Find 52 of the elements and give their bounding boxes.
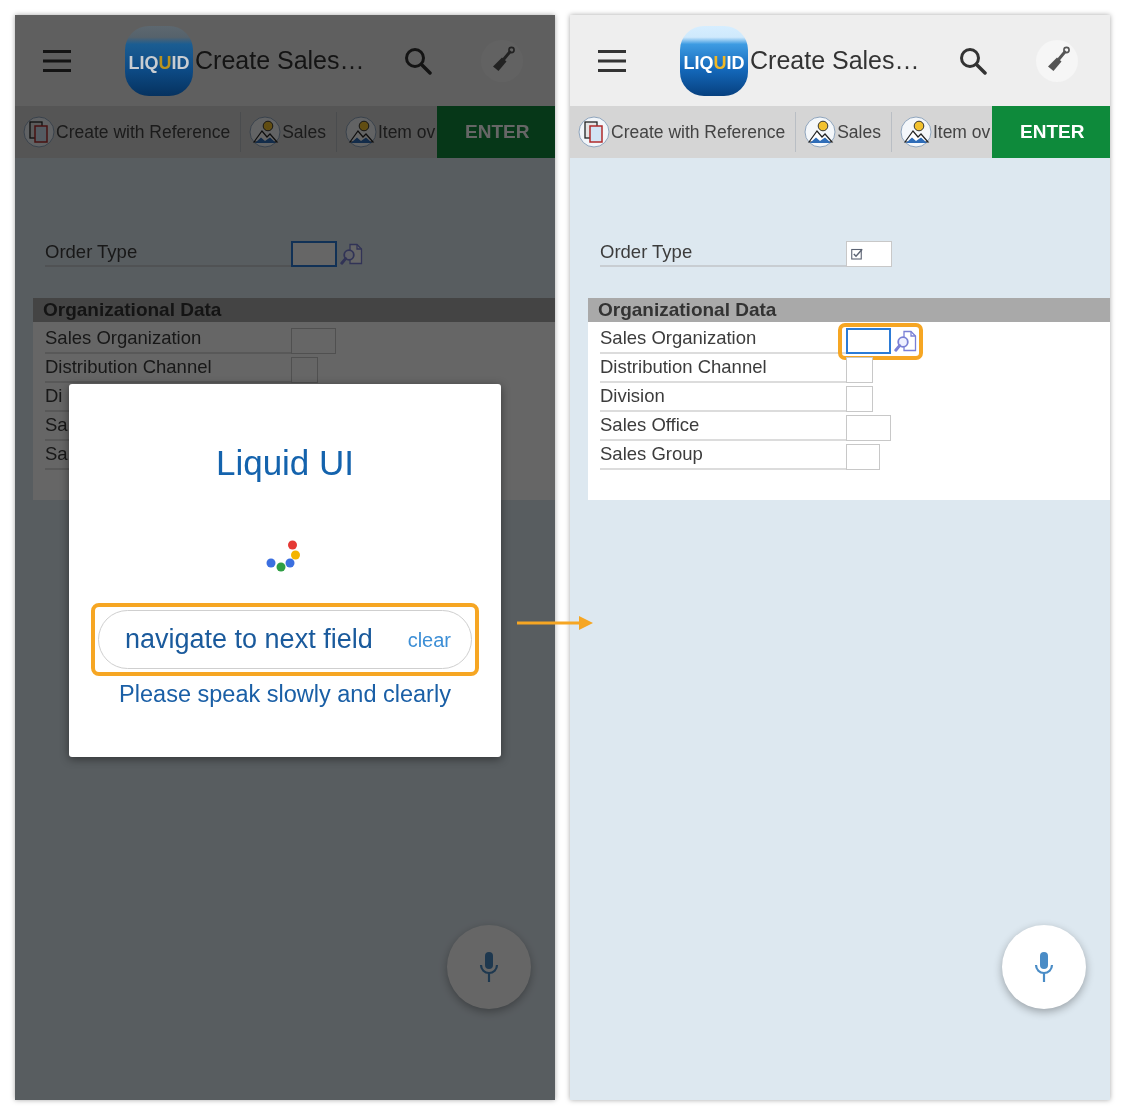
screen-title: Create Sales… — [750, 44, 920, 76]
toolbar-button[interactable]: Item ov — [336, 112, 438, 152]
input-field[interactable] — [291, 241, 337, 267]
field-label: Sales Organization — [45, 329, 202, 348]
field-label: Order Type — [600, 243, 693, 262]
toolbar-button[interactable]: Item ov — [891, 112, 993, 152]
mountain-sun-icon — [249, 116, 282, 148]
input-field[interactable] — [846, 357, 873, 383]
screen-title: Create Sales… — [195, 44, 365, 76]
field-label: Di — [45, 387, 63, 406]
logo-text: LIQUID — [683, 53, 745, 72]
toolbar-button[interactable]: Sales — [241, 112, 337, 152]
clear-button[interactable]: clear — [407, 624, 451, 655]
field-label: Sa — [45, 445, 68, 464]
field-label: Division — [600, 387, 665, 406]
hint-text: Please speak slowly and clearly — [119, 680, 451, 708]
mic-icon — [1033, 951, 1055, 983]
toolbar-button[interactable]: Create with Reference — [570, 112, 797, 152]
field-label: Distribution Channel — [45, 358, 212, 377]
enter-button[interactable]: ENTER — [992, 106, 1110, 158]
input-field[interactable] — [846, 444, 880, 470]
document-search-icon[interactable] — [340, 242, 364, 266]
mountain-sun-icon — [899, 116, 932, 148]
field-label: Sales Office — [600, 416, 700, 435]
toolbar-button[interactable]: Create with Reference — [15, 112, 242, 152]
field-label: Sa — [45, 416, 68, 435]
speech-field[interactable]: navigate to next field clear — [98, 610, 472, 669]
document-search-icon[interactable] — [894, 329, 918, 353]
input-field[interactable] — [291, 357, 318, 383]
mic-icon — [478, 951, 500, 983]
toolbar-button[interactable]: Sales — [796, 112, 892, 152]
pages-icon — [578, 116, 610, 148]
menu-icon[interactable] — [598, 49, 626, 72]
enter-button[interactable]: ENTER — [437, 106, 555, 158]
mountain-sun-icon — [804, 116, 837, 148]
input-field[interactable] — [846, 241, 892, 267]
field-label: Sales Organization — [600, 329, 757, 348]
input-field[interactable] — [846, 328, 891, 354]
mic-button[interactable] — [1002, 925, 1086, 1009]
logo-text: LIQUID — [128, 53, 190, 72]
field-label: Distribution Channel — [600, 358, 767, 377]
dialog-title: Liquid UI — [215, 442, 355, 484]
field-label: Sales Group — [600, 445, 703, 464]
field-label: Order Type — [45, 243, 138, 262]
input-field[interactable] — [846, 386, 873, 412]
pages-icon — [23, 116, 55, 148]
mountain-sun-icon — [344, 116, 377, 148]
brush-icon[interactable] — [1036, 39, 1078, 82]
search-icon[interactable] — [959, 46, 987, 75]
checked-box-icon — [851, 248, 863, 260]
section-header: Organizational Data — [588, 298, 1110, 322]
input-field[interactable] — [846, 415, 891, 441]
